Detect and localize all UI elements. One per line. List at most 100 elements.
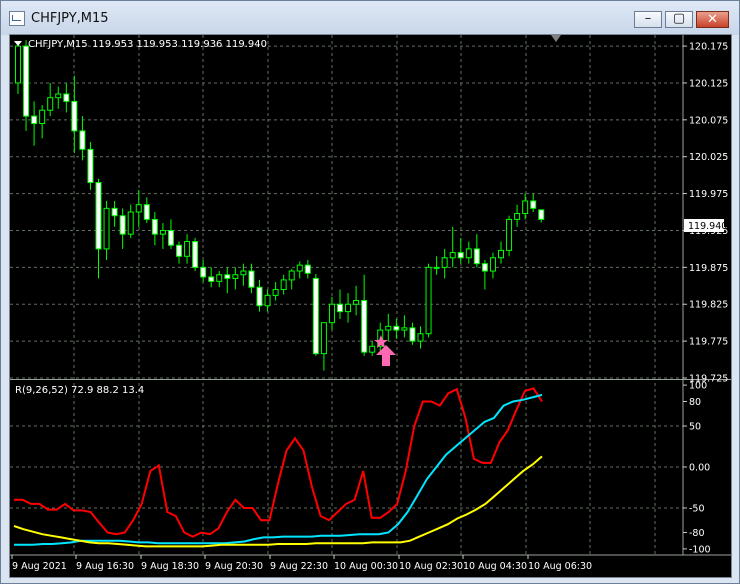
- candle: [63, 82, 70, 113]
- candle: [337, 289, 343, 319]
- candle: [47, 82, 54, 117]
- indicator-grid: [10, 425, 683, 509]
- candle: [385, 313, 392, 342]
- chart-canvas[interactable]: CHFJPY,M15 119.953 119.953 119.936 119.9…: [10, 35, 731, 577]
- price-label: 120.125: [689, 78, 728, 89]
- candle: [87, 141, 94, 190]
- fast-line: [14, 387, 543, 538]
- candle: [151, 212, 158, 246]
- chart-area[interactable]: CHFJPY,M15 119.953 119.953 119.936 119.9…: [9, 34, 732, 578]
- candle: [369, 341, 376, 356]
- candle: [457, 237, 464, 264]
- candle: [184, 234, 191, 264]
- candle: [167, 219, 174, 249]
- time-label: 9 Aug 18:30: [141, 561, 199, 572]
- mid-line: [14, 393, 543, 546]
- candle: [304, 259, 311, 279]
- time-label: 10 Aug 02:30: [399, 561, 463, 572]
- chart-window-icon: [9, 11, 25, 26]
- candle: [328, 296, 335, 331]
- candle: [401, 315, 408, 338]
- close-icon: ✕: [707, 12, 718, 27]
- window-title: CHFJPY,M15: [31, 11, 109, 26]
- candle: [15, 43, 21, 95]
- indicator-level-label: -100: [689, 544, 711, 555]
- candle: [481, 259, 488, 290]
- minimize-button[interactable]: –: [634, 11, 662, 28]
- time-label: 10 Aug 06:30: [528, 561, 592, 572]
- candle: [264, 289, 271, 312]
- candle: [425, 263, 432, 338]
- current-price-label: 119.940: [688, 221, 727, 232]
- candle: [127, 204, 134, 238]
- candle: [489, 252, 496, 279]
- candle: [31, 101, 38, 146]
- chart-window: CHFJPY,M15 – ▢ ✕ CHFJPY,M15 119.953 119.…: [0, 0, 740, 584]
- candle: [71, 75, 78, 154]
- time-label: 10 Aug 04:30: [463, 561, 527, 572]
- candle: [514, 204, 521, 227]
- candle: [39, 105, 46, 139]
- candle: [103, 200, 110, 260]
- symbol-label: CHFJPY,M15: [28, 39, 88, 50]
- candle: [208, 267, 215, 288]
- title-bar[interactable]: CHFJPY,M15 – ▢ ✕: [1, 1, 739, 35]
- candle: [135, 189, 142, 227]
- candle: [224, 267, 231, 294]
- maximize-button[interactable]: ▢: [665, 11, 693, 28]
- candle: [176, 241, 182, 264]
- chart-shift-marker[interactable]: [551, 35, 561, 42]
- price-label: 120.025: [689, 152, 728, 163]
- time-label: 10 Aug 00:30: [334, 561, 398, 572]
- candle: [530, 193, 537, 213]
- candle: [272, 282, 279, 301]
- indicator-level-label: 80: [689, 397, 701, 408]
- time-label: 9 Aug 16:30: [76, 561, 134, 572]
- candle: [353, 285, 360, 316]
- indicator-level-label: 0.00: [689, 463, 710, 474]
- price-label: 120.075: [689, 115, 728, 126]
- candle: [79, 116, 86, 161]
- current-price-box: 119.940: [684, 219, 727, 232]
- candle: [538, 209, 545, 223]
- price-label: 119.975: [689, 189, 728, 200]
- candlestick-series: [15, 40, 545, 371]
- candle: [433, 256, 440, 275]
- candle: [393, 318, 400, 339]
- candle: [465, 241, 472, 264]
- candle: [232, 267, 239, 290]
- indicator-level-label: 50: [689, 422, 701, 433]
- candle: [409, 322, 416, 345]
- price-axis: 120.175 120.125 120.075 120.025 119.975 119.9…: [683, 42, 728, 385]
- candle: [506, 215, 513, 257]
- candle: [200, 259, 207, 283]
- price-label: 119.825: [689, 300, 728, 311]
- chart-menu-triangle-icon[interactable]: [14, 41, 22, 46]
- candle: [23, 40, 30, 131]
- candle: [159, 223, 166, 249]
- candle: [95, 178, 102, 279]
- candle: [288, 268, 295, 290]
- ohlc-readout: 119.953 119.953 119.936 119.940: [92, 39, 267, 50]
- candle: [449, 226, 456, 268]
- candle: [256, 279, 263, 312]
- candle: [498, 241, 504, 264]
- main-grid: [10, 35, 683, 555]
- candle: [216, 271, 223, 288]
- candle: [280, 274, 287, 295]
- slow-line: [13, 455, 543, 548]
- candle: [320, 322, 327, 371]
- candle: [473, 234, 480, 268]
- candle: [296, 261, 303, 279]
- candle: [55, 86, 62, 109]
- time-label: 9 Aug 2021: [12, 561, 67, 572]
- close-button[interactable]: ✕: [696, 11, 729, 28]
- indicator-axis: 100 80 50 0.00 -50 -80 -100: [683, 381, 711, 555]
- candle: [522, 193, 529, 220]
- candle: [119, 208, 126, 249]
- candle: [111, 200, 118, 227]
- candle: [345, 293, 352, 323]
- candle: [312, 273, 319, 356]
- maximize-icon: ▢: [672, 11, 686, 26]
- indicator-level-label: 100: [689, 381, 707, 392]
